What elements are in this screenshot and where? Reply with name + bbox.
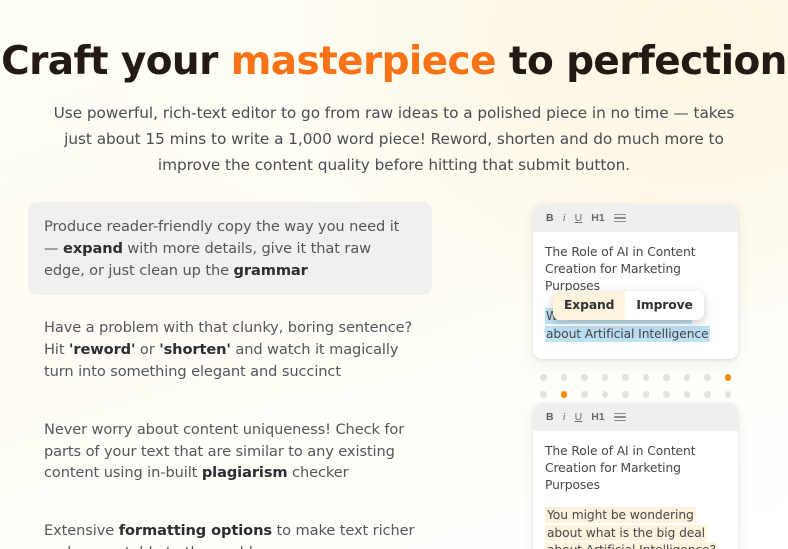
dot-inactive <box>704 391 711 398</box>
dot-inactive <box>683 374 690 381</box>
dot-inactive <box>642 374 649 381</box>
dot-inactive <box>683 391 690 398</box>
feature-emphasis: plagiarism <box>201 464 288 482</box>
italic-icon[interactable]: i <box>563 212 566 224</box>
dot-inactive <box>540 391 547 398</box>
italic-icon[interactable]: i <box>563 411 566 423</box>
feature-item-4: Extensive formatting options to make tex… <box>28 506 432 549</box>
dot-active <box>560 391 567 398</box>
feature-emphasis: 'shorten' <box>159 341 231 359</box>
document-paragraph-two: You might be wondering about what is the… <box>545 507 726 549</box>
editor-toolbar-one: B i U H1 <box>533 204 738 232</box>
dot-inactive <box>581 391 588 398</box>
page-title-accent-word: masterpiece <box>230 39 497 85</box>
underline-icon[interactable]: U <box>575 412 583 423</box>
feature-emphasis: formatting options <box>118 522 272 540</box>
heading-one-icon[interactable]: H1 <box>591 213 604 224</box>
feature-item-2: Have a problem with that clunky, boring … <box>28 303 432 396</box>
dot-inactive <box>724 391 731 398</box>
dot-inactive <box>622 374 629 381</box>
dot-inactive <box>560 374 567 381</box>
bullet-list-icon[interactable] <box>613 213 626 223</box>
dot-inactive <box>663 374 670 381</box>
feature-text: Extensive <box>44 522 119 540</box>
editor-body-one[interactable]: The Role of AI in Content Creation for M… <box>533 232 738 359</box>
underline-icon[interactable]: U <box>575 213 583 224</box>
dot-grid-decoration <box>533 369 738 403</box>
dot-inactive <box>663 391 670 398</box>
document-heading-one: The Role of AI in Content Creation for M… <box>545 245 696 293</box>
feature-list: Produce reader-friendly copy the way you… <box>28 202 432 549</box>
page-root: Craft your masterpiece to perfection Use… <box>0 0 788 549</box>
editor-body-two[interactable]: The Role of AI in Content Creation for M… <box>533 431 738 549</box>
editor-card-two: B i U H1 The Role of AI in Content Creat… <box>533 403 738 549</box>
page-title-part1: Craft your <box>1 39 231 85</box>
feature-item-1: Produce reader-friendly copy the way you… <box>28 202 432 296</box>
editor-card-one: B i U H1 The Role of AI in Content Creat… <box>533 204 738 359</box>
ai-action-popup[interactable]: Expand Improve <box>553 291 704 320</box>
dot-inactive <box>704 374 711 381</box>
dot-active <box>724 374 731 381</box>
document-heading-two: The Role of AI in Content Creation for M… <box>545 444 696 492</box>
page-title-part2: to perfection <box>495 39 788 85</box>
dot-inactive <box>601 391 608 398</box>
bullet-list-icon[interactable] <box>613 412 626 422</box>
dot-inactive <box>581 374 588 381</box>
improve-button[interactable]: Improve <box>625 291 703 320</box>
page-subtitle: Use powerful, rich-text editor to go fro… <box>53 104 735 175</box>
page-title: Craft your masterpiece to perfection <box>0 36 788 88</box>
feature-emphasis: 'reword' <box>69 341 136 359</box>
bold-icon[interactable]: B <box>546 213 554 224</box>
feature-text: checker <box>287 464 349 482</box>
editor-preview-column: B i U H1 The Role of AI in Content Creat… <box>533 204 738 549</box>
bold-icon[interactable]: B <box>546 412 554 423</box>
dot-inactive <box>622 391 629 398</box>
expand-button[interactable]: Expand <box>553 291 626 320</box>
dot-inactive <box>642 391 649 398</box>
dot-inactive <box>601 374 608 381</box>
editor-toolbar-two: B i U H1 <box>533 403 738 431</box>
feature-text: or <box>135 341 160 359</box>
feature-item-3: Never worry about content uniqueness! Ch… <box>28 405 432 498</box>
feature-emphasis: grammar <box>233 261 308 279</box>
feature-emphasis: expand <box>63 239 123 257</box>
heading-one-icon[interactable]: H1 <box>591 412 604 423</box>
highlighted-text-two: You might be wondering about what is the… <box>545 507 718 549</box>
dot-inactive <box>540 374 547 381</box>
